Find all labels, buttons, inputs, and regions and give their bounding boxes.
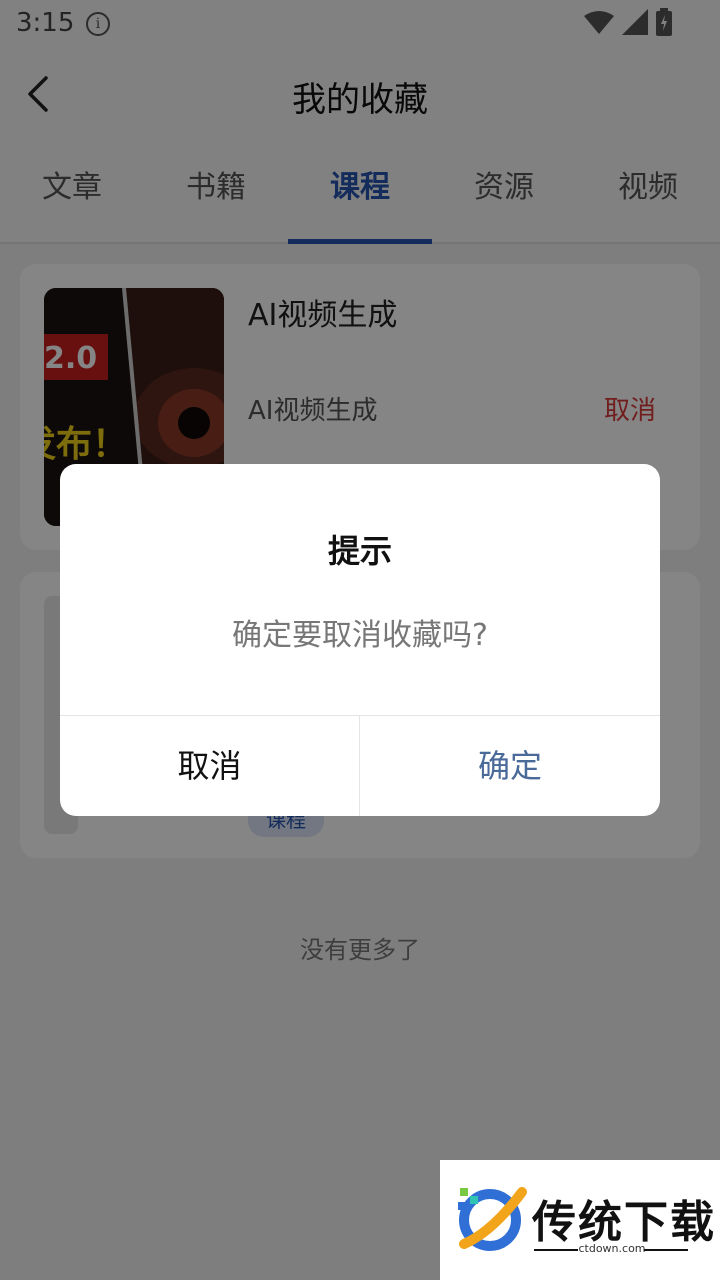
dialog-message: 确定要取消收藏吗? [232,618,488,653]
watermark-line-right [644,1249,688,1251]
confirm-dialog: 提示 确定要取消收藏吗? 取消 确定 [60,464,660,816]
watermark: 传统下载 ctdown.com [440,1160,720,1280]
dialog-cancel-button[interactable]: 取消 [60,716,360,816]
watermark-name: 传统下载 [532,1197,716,1248]
dialog-title: 提示 [327,532,392,570]
dialog-confirm-button[interactable]: 确定 [360,716,660,816]
watermark-logo-icon [458,1187,527,1251]
